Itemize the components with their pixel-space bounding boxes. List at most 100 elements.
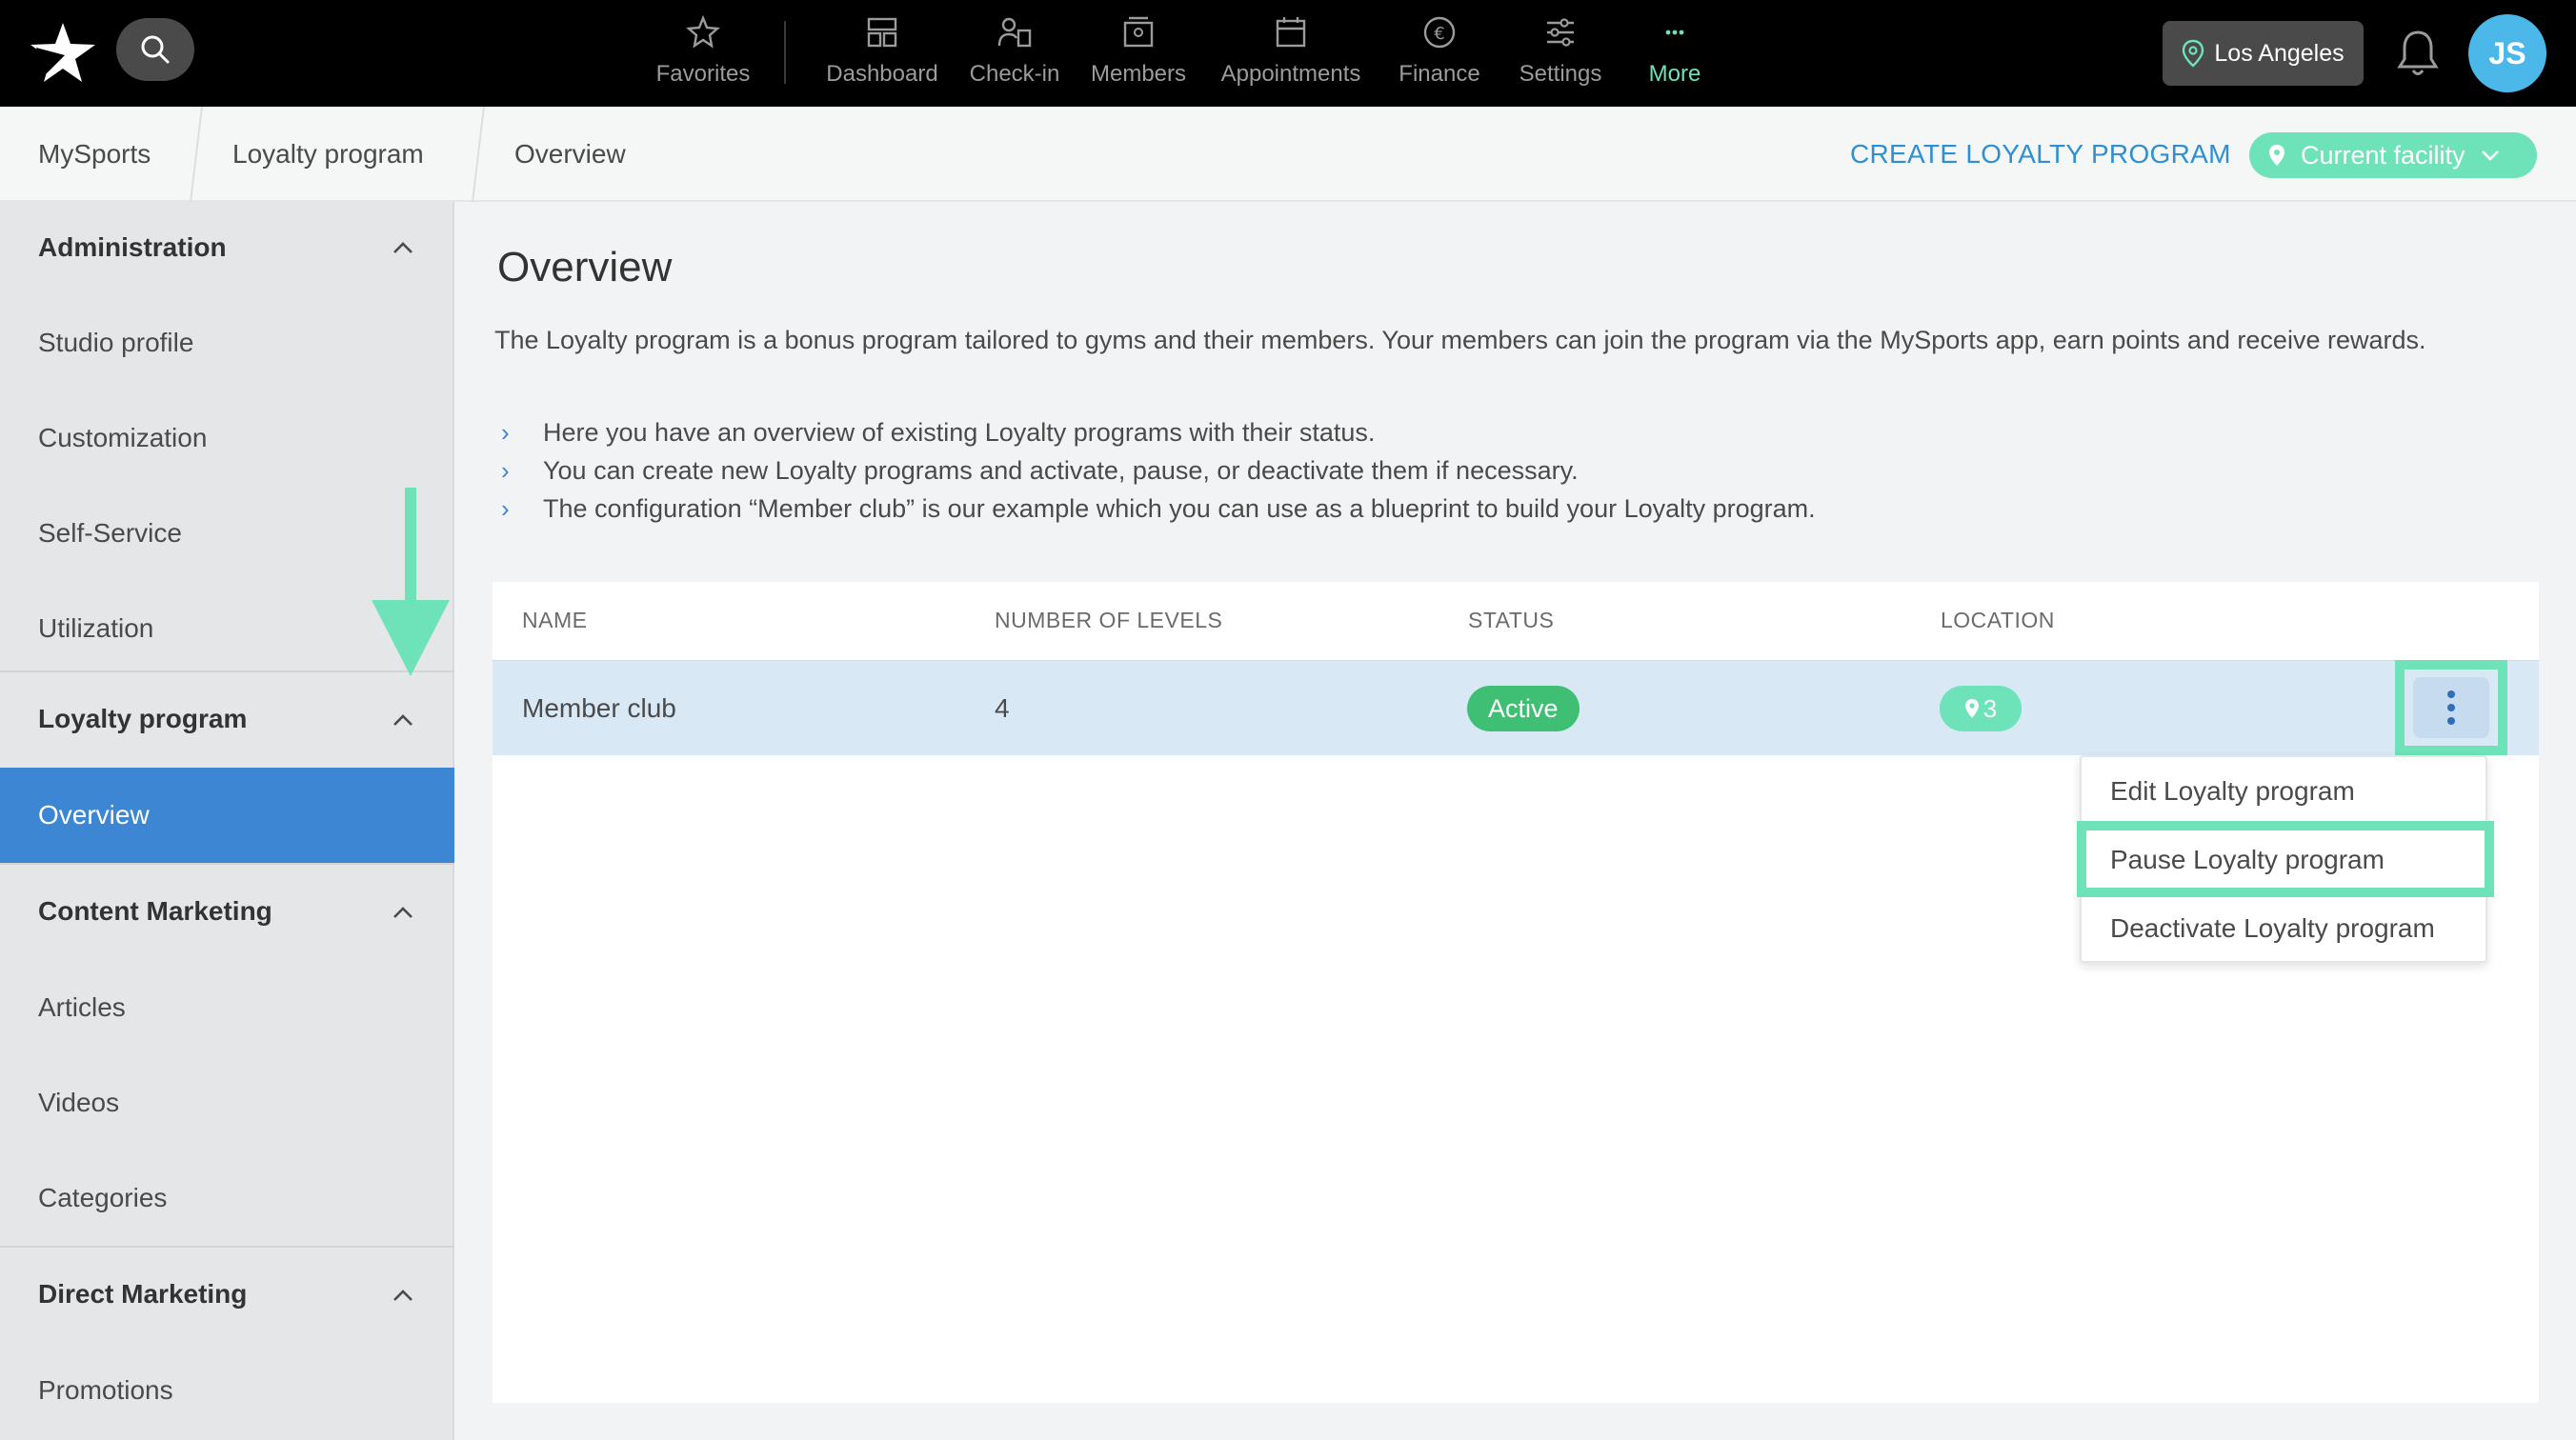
nav-label: More: [1648, 61, 1701, 87]
list-item: › The configuration “Member club” is our …: [501, 490, 1816, 528]
location-pin-icon: [1964, 699, 1979, 718]
sidebar-item-customization[interactable]: Customization: [0, 390, 454, 486]
nav-favorites[interactable]: Favorites: [654, 11, 753, 97]
list-item: › Here you have an overview of existing L…: [501, 413, 1816, 451]
sidebar-item-label: Promotions: [38, 1375, 173, 1405]
logo-star-icon[interactable]: [27, 19, 99, 86]
page-title: Overview: [497, 244, 673, 290]
breadcrumb-mysports[interactable]: MySports: [38, 107, 151, 202]
nav-label: Favorites: [655, 61, 751, 87]
chevron-up-icon: [393, 242, 413, 253]
sidebar: Administration Studio profile Customizat…: [0, 202, 454, 1440]
create-loyalty-program-link[interactable]: CREATE LOYALTY PROGRAM: [1850, 107, 2231, 202]
column-header-levels: NUMBER OF LEVELS: [995, 608, 1223, 632]
members-icon: [1123, 16, 1154, 48]
kebab-menu-icon: [2447, 690, 2455, 725]
row-actions-button[interactable]: [2413, 677, 2489, 738]
sidebar-item-articles[interactable]: Articles: [0, 960, 454, 1055]
sidebar-section-loyalty-program[interactable]: Loyalty program: [0, 670, 454, 766]
current-facility-dropdown[interactable]: Current facility: [2249, 132, 2537, 178]
breadcrumb-loyalty-program[interactable]: Loyalty program: [232, 107, 424, 202]
search-icon: [141, 35, 170, 64]
column-header-status: STATUS: [1468, 608, 1555, 632]
location-count: 3: [1982, 693, 1998, 723]
column-header-name: NAME: [522, 608, 588, 632]
svg-text:€: €: [1434, 24, 1444, 44]
menu-item-deactivate[interactable]: Deactivate Loyalty program: [2082, 894, 2489, 963]
sidebar-item-studio-profile[interactable]: Studio profile: [0, 295, 454, 390]
sidebar-section-direct-marketing[interactable]: Direct Marketing: [0, 1246, 454, 1341]
sidebar-item-label: Videos: [38, 1088, 120, 1117]
sliders-icon: [1547, 18, 1574, 47]
sidebar-item-categories[interactable]: Categories: [0, 1150, 454, 1246]
chevron-up-icon: [393, 1290, 413, 1301]
location-pin-icon: [2183, 39, 2204, 68]
sidebar-section-label: Loyalty program: [38, 704, 248, 733]
more-dots-icon: [1665, 30, 1684, 35]
location-pin-icon: [2269, 145, 2284, 166]
sidebar-item-label: Overview: [38, 800, 150, 830]
sidebar-item-promotions[interactable]: Promotions: [0, 1343, 454, 1438]
nav-settings[interactable]: Settings: [1511, 11, 1610, 97]
location-count-badge[interactable]: 3: [1940, 686, 2022, 731]
table-row[interactable]: Member club 4 Active 3: [493, 660, 2539, 755]
nav-more[interactable]: More: [1637, 11, 1713, 97]
sidebar-item-overview[interactable]: Overview: [0, 768, 454, 863]
top-navigation-bar: Favorites Dashboard Check-in Members App…: [0, 0, 2576, 107]
chevron-right-icon: ›: [501, 455, 510, 485]
loyalty-programs-table: NAME NUMBER OF LEVELS STATUS LOCATION Me…: [493, 582, 2539, 1403]
location-label: Los Angeles: [2214, 39, 2345, 67]
sidebar-item-label: Utilization: [38, 613, 154, 643]
cell-name: Member club: [522, 693, 676, 723]
nav-label: Check-in: [969, 61, 1060, 87]
search-button[interactable]: [116, 18, 194, 81]
nav-label: Finance: [1399, 61, 1480, 87]
nav-divider: [784, 21, 786, 84]
chevron-up-icon: [393, 907, 413, 918]
sidebar-item-label: Customization: [38, 423, 208, 452]
annotation-highlight-box: [2077, 821, 2494, 897]
sidebar-item-label: Categories: [38, 1183, 168, 1212]
menu-item-edit[interactable]: Edit Loyalty program: [2082, 757, 2489, 826]
calendar-icon: [1276, 17, 1306, 48]
sidebar-section-label: Administration: [38, 232, 227, 262]
breadcrumb-separator: [190, 107, 203, 202]
annotation-arrow-down-icon: [372, 488, 450, 676]
nav-finance[interactable]: € Finance: [1392, 11, 1487, 97]
sidebar-section-label: Direct Marketing: [38, 1279, 248, 1309]
bullet-text: You can create new Loyalty programs and …: [543, 455, 1579, 485]
bullet-text: The configuration “Member club” is our e…: [543, 493, 1816, 523]
facility-label: Current facility: [2301, 140, 2465, 170]
nav-label: Appointments: [1220, 61, 1361, 87]
sidebar-item-videos[interactable]: Videos: [0, 1055, 454, 1150]
sidebar-item-label: Self-Service: [38, 518, 182, 548]
sidebar-section-administration[interactable]: Administration: [0, 200, 454, 295]
nav-label: Dashboard: [826, 61, 938, 87]
bell-icon[interactable]: [2394, 27, 2442, 80]
breadcrumb-separator: [472, 107, 485, 202]
nav-label: Settings: [1519, 61, 1602, 87]
nav-appointments[interactable]: Appointments: [1214, 11, 1368, 97]
chevron-right-icon: ›: [501, 493, 510, 523]
sidebar-section-content-marketing[interactable]: Content Marketing: [0, 863, 454, 958]
nav-checkin[interactable]: Check-in: [966, 11, 1063, 97]
status-badge: Active: [1467, 686, 1580, 731]
user-avatar[interactable]: JS: [2468, 14, 2546, 92]
euro-icon: €: [1423, 16, 1456, 49]
bullet-text: Here you have an overview of existing Lo…: [543, 417, 1376, 447]
breadcrumb-overview: Overview: [514, 139, 626, 169]
column-header-location: LOCATION: [1941, 608, 2055, 632]
sidebar-section-label: Content Marketing: [38, 896, 272, 926]
location-switcher-button[interactable]: Los Angeles: [2163, 21, 2364, 86]
nav-dashboard[interactable]: Dashboard: [821, 11, 943, 97]
dashboard-icon: [867, 17, 897, 48]
info-bullet-list: › Here you have an overview of existing L…: [501, 413, 1816, 528]
checkin-icon: [997, 17, 1032, 48]
nav-members[interactable]: Members: [1086, 11, 1191, 97]
intro-text: The Loyalty program is a bonus program t…: [494, 326, 2426, 354]
breadcrumb-bar: MySports Loyalty program Overview CREATE…: [0, 107, 2576, 202]
nav-label: Members: [1090, 61, 1187, 87]
sidebar-item-label: Studio profile: [38, 328, 194, 357]
star-icon: [686, 14, 720, 49]
chevron-down-icon: [2481, 150, 2499, 161]
